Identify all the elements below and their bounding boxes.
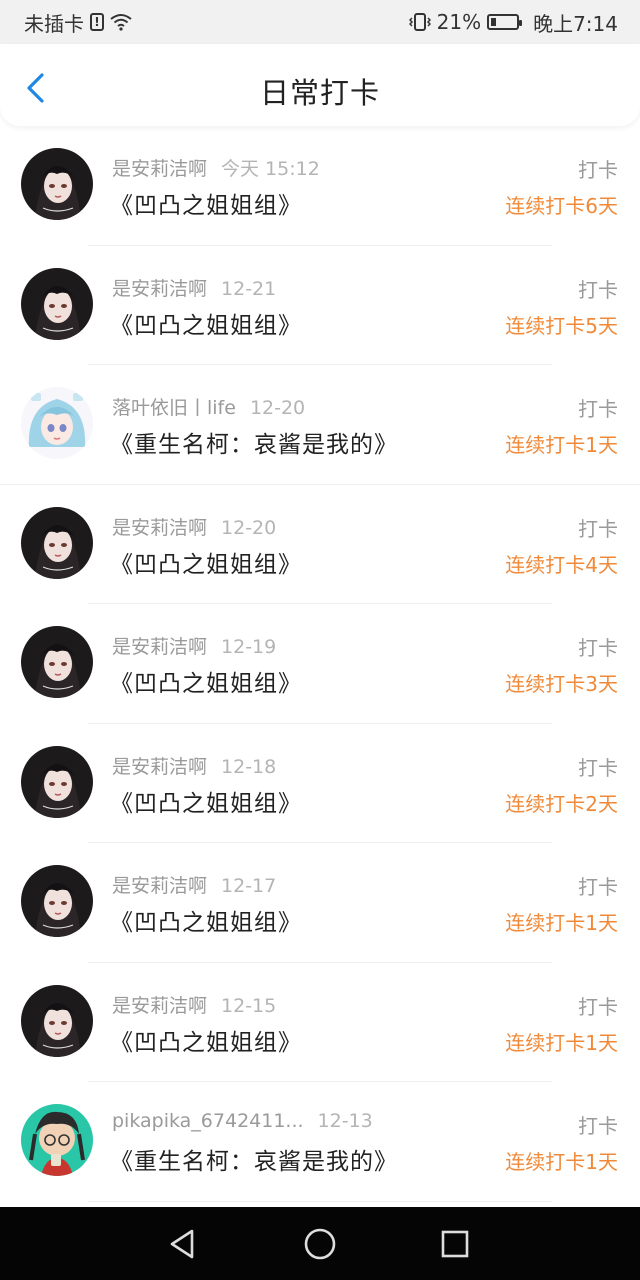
checkin-type: 打卡	[578, 994, 618, 1019]
nav-home-icon[interactable]	[303, 1227, 337, 1261]
user-name[interactable]: pikapika_6742411...	[112, 1110, 304, 1132]
entry-meta: pikapika_6742411... 12-13	[112, 1110, 373, 1132]
vibrate-icon	[408, 13, 431, 31]
entry-date: 12-21	[221, 277, 277, 300]
list-item[interactable]: 是安莉洁啊 12-19 《凹凸之姐姐组》 打卡 连续打卡3天	[0, 604, 640, 724]
avatar[interactable]	[21, 387, 93, 459]
checkin-type: 打卡	[578, 158, 618, 182]
entry-date: 今天 15:12	[221, 158, 320, 180]
entry-meta: 是安莉洁啊 12-17	[112, 871, 276, 898]
divider	[88, 1200, 552, 1202]
checkin-type: 打卡	[578, 516, 618, 541]
book-title[interactable]: 《凹凸之姐姐组》	[110, 306, 302, 340]
carrier-text: 未插卡	[24, 11, 84, 36]
checkin-type: 打卡	[578, 875, 618, 899]
battery-percent: 21%	[436, 10, 482, 34]
entry-date: 12-20	[221, 516, 277, 539]
avatar[interactable]	[21, 148, 93, 220]
entry-date: 12-19	[221, 636, 277, 658]
streak-label: 连续打卡1天	[505, 1030, 618, 1055]
checkin-type: 打卡	[578, 277, 618, 302]
entry-date: 12-20	[249, 397, 306, 419]
list-item[interactable]: 是安莉洁啊 12-21 《凹凸之姐姐组》 打卡 连续打卡5天	[0, 246, 640, 365]
sim-alert-icon: !	[90, 13, 104, 31]
page-title: 日常打卡	[259, 76, 380, 110]
book-title[interactable]: 《凹凸之姐姐组》	[110, 545, 302, 579]
checkin-type: 打卡	[578, 1114, 618, 1138]
streak-label: 连续打卡1天	[505, 911, 618, 935]
avatar[interactable]	[21, 506, 93, 579]
app-header: 日常打卡	[0, 44, 640, 126]
book-title[interactable]: 《凹凸之姐姐组》	[110, 784, 302, 818]
book-title[interactable]: 《凹凸之姐姐组》	[110, 1023, 302, 1057]
book-title[interactable]: 《凹凸之姐姐组》	[110, 186, 302, 220]
streak-label: 连续打卡6天	[505, 194, 618, 218]
list-item[interactable]: 是安莉洁啊 今天 15:12 《凹凸之姐姐组》 打卡 连续打卡6天	[0, 126, 640, 246]
list-item[interactable]: 是安莉洁啊 12-18 《凹凸之姐姐组》 打卡 连续打卡2天	[0, 724, 640, 843]
streak-label: 连续打卡1天	[505, 433, 618, 457]
entry-meta: 是安莉洁啊 12-15	[112, 991, 276, 1018]
list-item[interactable]: 是安莉洁啊 12-15 《凹凸之姐姐组》 打卡 连续打卡1天	[0, 963, 640, 1082]
checkin-type: 打卡	[578, 755, 618, 780]
list-item[interactable]: 是安莉洁啊 12-20 《凹凸之姐姐组》 打卡 连续打卡4天	[0, 485, 640, 604]
wifi-icon	[110, 14, 132, 31]
user-name[interactable]: 是安莉洁啊	[112, 158, 207, 180]
nav-back-icon[interactable]	[166, 1227, 200, 1261]
status-bar: 未插卡 ! 21% 晚上7:14	[0, 0, 640, 44]
avatar[interactable]	[21, 745, 93, 818]
checkin-type: 打卡	[578, 636, 618, 660]
book-title[interactable]: 《凹凸之姐姐组》	[110, 903, 302, 937]
list-item[interactable]: 落叶依旧丨life 12-20 《重生名柯：哀酱是我的》 打卡 连续打卡1天	[0, 365, 640, 485]
status-left: 未插卡 !	[24, 8, 132, 37]
entry-meta: 是安莉洁啊 12-21	[112, 274, 276, 301]
entry-date: 12-15	[221, 994, 277, 1017]
streak-label: 连续打卡2天	[505, 791, 618, 816]
user-name[interactable]: 是安莉洁啊	[112, 636, 207, 658]
user-name[interactable]: 是安莉洁啊	[112, 517, 207, 539]
nav-recents-icon[interactable]	[438, 1227, 472, 1261]
user-name[interactable]: 是安莉洁啊	[112, 995, 207, 1017]
list-item[interactable]: 是安莉洁啊 12-17 《凹凸之姐姐组》 打卡 连续打卡1天	[0, 843, 640, 963]
battery-icon	[487, 14, 523, 30]
user-name[interactable]: 落叶依旧丨life	[112, 397, 236, 419]
clock: 晚上7:14	[533, 11, 618, 36]
avatar[interactable]	[21, 267, 93, 340]
entry-date: 12-18	[221, 755, 277, 778]
book-title[interactable]: 《凹凸之姐姐组》	[110, 664, 302, 698]
streak-label: 连续打卡1天	[505, 1150, 618, 1174]
entry-meta: 是安莉洁啊 12-20	[112, 513, 276, 540]
list-item[interactable]: pikapika_6742411... 12-13 《重生名柯：哀酱是我的》 打卡…	[0, 1082, 640, 1202]
streak-label: 连续打卡5天	[505, 313, 618, 338]
user-name[interactable]: 是安莉洁啊	[112, 278, 207, 300]
streak-label: 连续打卡3天	[505, 672, 618, 696]
book-title[interactable]: 《重生名柯：哀酱是我的》	[110, 1142, 398, 1176]
entry-meta: 是安莉洁啊 今天 15:12	[112, 154, 320, 181]
entry-meta: 落叶依旧丨life 12-20	[112, 393, 305, 420]
user-name[interactable]: 是安莉洁啊	[112, 756, 207, 778]
entry-meta: 是安莉洁啊 12-18	[112, 752, 276, 779]
streak-label: 连续打卡4天	[505, 552, 618, 577]
avatar[interactable]	[21, 626, 93, 698]
entry-date: 12-17	[221, 875, 277, 897]
status-right: 21% 晚上7:14	[408, 8, 618, 37]
checkin-list: 是安莉洁啊 今天 15:12 《凹凸之姐姐组》 打卡 连续打卡6天 是安莉洁啊 12…	[0, 126, 640, 1202]
user-name[interactable]: 是安莉洁啊	[112, 875, 207, 897]
entry-date: 12-13	[317, 1110, 373, 1132]
avatar[interactable]	[21, 1104, 93, 1176]
book-title[interactable]: 《重生名柯：哀酱是我的》	[110, 425, 398, 459]
avatar[interactable]	[21, 865, 93, 937]
system-nav-bar	[0, 1207, 640, 1280]
avatar[interactable]	[21, 984, 93, 1057]
entry-meta: 是安莉洁啊 12-19	[112, 632, 276, 659]
checkin-type: 打卡	[578, 397, 618, 421]
